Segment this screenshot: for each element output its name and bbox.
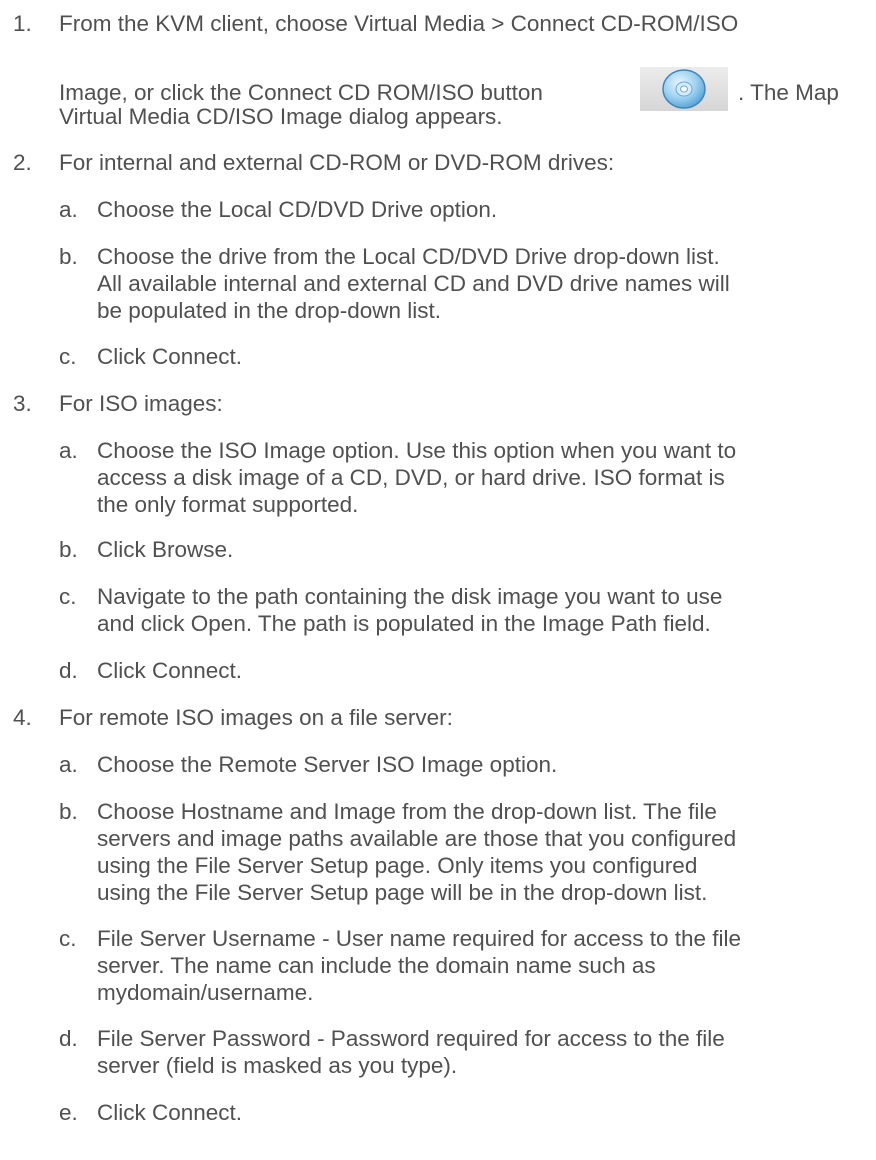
substep-letter: c. [59,344,77,369]
substep-line: access a disk image of a CD, DVD, or har… [97,465,725,490]
connect-cd-rom-button [640,67,728,111]
substep-letter: e. [59,1100,78,1125]
substep-letter: b. [59,537,78,562]
substep-line: Click Browse. [97,537,234,562]
substep-letter: c. [59,584,77,609]
step-number: 4. [13,705,32,730]
step-number: 3. [13,391,32,416]
substep-line: All available internal and external CD a… [97,271,730,296]
substep-line: and click Open. The path is populated in… [97,611,711,636]
substep-line: File Server Password - Password required… [97,1026,725,1051]
step-line: For ISO images: [59,391,223,416]
substep-letter: a. [59,438,78,463]
substep-line: Choose the Local CD/DVD Drive option. [97,197,498,222]
substep-line: servers and image paths available are th… [97,826,737,851]
substep-line: server. The name can include the domain … [97,953,656,978]
cd-disc-icon [662,69,706,109]
substep-letter: a. [59,197,78,222]
substep-line: server (field is masked as you type). [97,1053,458,1078]
substep-letter: a. [59,752,78,777]
substep-line: Choose the ISO Image option. Use this op… [97,438,737,463]
step-line: From the KVM client, choose Virtual Medi… [59,11,739,36]
substep-line: Choose Hostname and Image from the drop-… [97,799,717,824]
step-line: . The Map [738,80,839,105]
substep-line: Navigate to the path containing the disk… [97,584,723,609]
substep-line: Choose the Remote Server ISO Image optio… [97,752,558,777]
substep-line: Click Connect. [97,344,243,369]
substep-line: using the File Server Setup page. Only i… [97,853,698,878]
substep-letter: d. [59,1026,78,1051]
substep-letter: b. [59,244,78,269]
step-line: Virtual Media CD/ISO Image dialog appear… [59,104,503,129]
step-number: 1. [13,11,32,36]
substep-line: the only format supported. [97,492,359,517]
substep-line: using the File Server Setup page will be… [97,880,708,905]
step-line: For remote ISO images on a file server: [59,705,453,730]
substep-letter: d. [59,658,78,683]
substep-letter: b. [59,799,78,824]
substep-line: be populated in the drop-down list. [97,298,441,323]
substep-line: Click Connect. [97,1100,243,1125]
substep-line: Choose the drive from the Local CD/DVD D… [97,244,720,269]
step-line: For internal and external CD-ROM or DVD-… [59,150,615,175]
substep-line: mydomain/username. [97,980,314,1005]
step-number: 2. [13,150,32,175]
substep-line: Click Connect. [97,658,243,683]
step-line: Image, or click the Connect CD ROM/ISO b… [59,80,543,105]
substep-line: File Server Username - User name require… [97,926,741,951]
substep-letter: c. [59,926,77,951]
